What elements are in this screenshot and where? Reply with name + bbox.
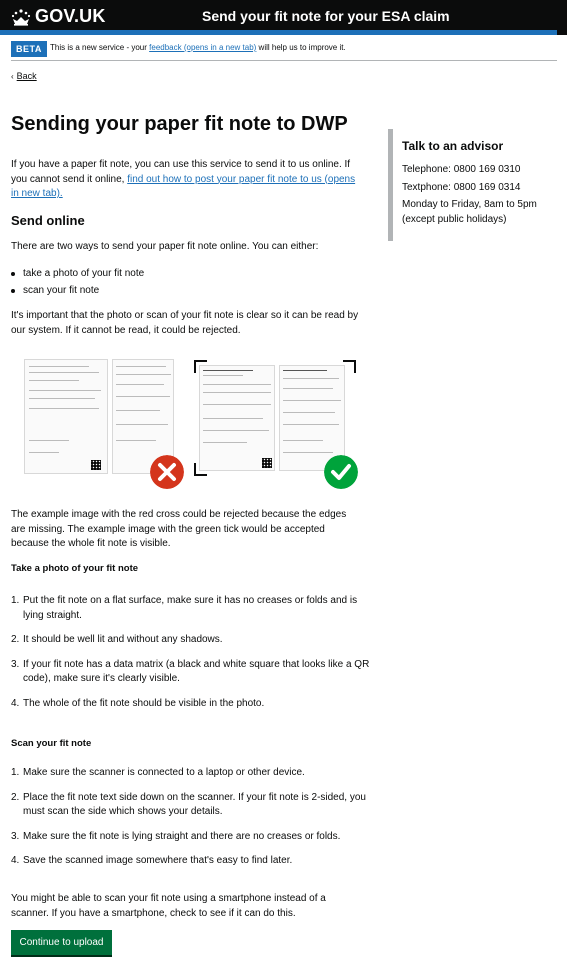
scan-steps-list: 1. Make sure the scanner is connected to … <box>11 766 371 869</box>
step-text: If your fit note has a data matrix (a bl… <box>23 658 370 685</box>
logo-text: GOV.UK <box>35 6 106 26</box>
fit-note-page <box>24 359 108 474</box>
textphone-number: Textphone: 0800 169 0314 <box>402 181 521 193</box>
beta-tag: BETA <box>11 41 47 57</box>
step-text: The whole of the fit note should be visi… <box>23 697 265 709</box>
step-text: Put the fit note on a flat surface, make… <box>23 595 358 621</box>
list-item: 1. Put the fit note on a flat surface, ma… <box>11 595 358 621</box>
step-text: Make sure the scanner is connected to a … <box>23 767 305 778</box>
list-item: 2. Place the fit note text side down on t… <box>11 791 366 818</box>
beta-text-before: This is a new service - your <box>50 43 150 52</box>
step-text: It should be well lit and without any sh… <box>23 634 223 645</box>
red-cross-icon <box>150 455 184 489</box>
list-item: 4. Save the scanned image somewhere that'… <box>11 855 293 866</box>
continue-button[interactable]: Continue to upload <box>11 930 112 955</box>
page-title: Sending your paper fit note to DWP <box>11 113 348 135</box>
fit-note-page <box>199 365 275 471</box>
scan-heading: Scan your fit note <box>11 738 92 749</box>
govuk-logo-link[interactable]: GOV.UK <box>11 6 106 27</box>
back-link[interactable]: ‹ Back <box>11 71 37 81</box>
phase-banner-text: This is a new service - your feedback (o… <box>50 43 346 52</box>
sidebar-heading: Talk to an advisor <box>402 139 504 153</box>
opening-hours: Monday to Friday, 8am to 5pm (except pub… <box>402 199 537 225</box>
intro-paragraph: If you have a paper fit note, you can us… <box>11 158 363 202</box>
accepted-fit-note-image <box>193 359 359 489</box>
clear-photo-text: It's important that the photo or scan of… <box>11 310 359 336</box>
feedback-link[interactable]: feedback (opens in a new tab) <box>149 43 256 52</box>
photo-heading: Take a photo of your fit note <box>11 563 139 574</box>
phase-banner: BETA This is a new service - your feedba… <box>11 39 557 61</box>
example-explanation: The example image with the red cross cou… <box>11 509 347 549</box>
photo-steps-list: 1. Put the fit note on a flat surface, ma… <box>11 594 371 711</box>
chevron-left-icon: ‹ <box>11 72 14 81</box>
list-item: 3. If your fit note has a data matrix (a … <box>11 658 370 685</box>
beta-text-after: will help us to improve it. <box>256 43 346 52</box>
list-item: 4. The whole of the fit note should be vi… <box>11 697 265 709</box>
options-list: take a photo of your fit note scan your … <box>11 268 144 302</box>
step-text: Save the scanned image somewhere that's … <box>23 855 293 866</box>
list-item: 2. It should be well lit and without any … <box>11 634 223 645</box>
list-item: 1. Make sure the scanner is connected to … <box>11 767 305 778</box>
green-tick-icon <box>324 455 358 489</box>
back-label: Back <box>16 71 37 81</box>
crown-icon <box>11 8 31 26</box>
service-name[interactable]: Send your fit note for your ESA claim <box>202 8 450 24</box>
list-item: scan your fit note <box>11 285 144 302</box>
list-item: 3. Make sure the fit note is lying straig… <box>11 830 341 842</box>
header-blue-bar <box>0 30 557 35</box>
step-text: Make sure the fit note is lying straight… <box>23 830 341 842</box>
list-item: take a photo of your fit note <box>11 268 144 285</box>
contact-sidebar: Talk to an advisor Telephone: 0800 169 0… <box>388 129 558 241</box>
step-text: Place the fit note text side down on the… <box>23 791 366 818</box>
telephone-number: Telephone: 0800 169 0310 <box>402 164 521 175</box>
rejected-fit-note-image <box>24 359 184 489</box>
smartphone-text: You might be able to scan your fit note … <box>11 893 326 919</box>
send-online-heading: Send online <box>11 213 85 228</box>
two-ways-text: There are two ways to send your paper fi… <box>11 241 319 252</box>
